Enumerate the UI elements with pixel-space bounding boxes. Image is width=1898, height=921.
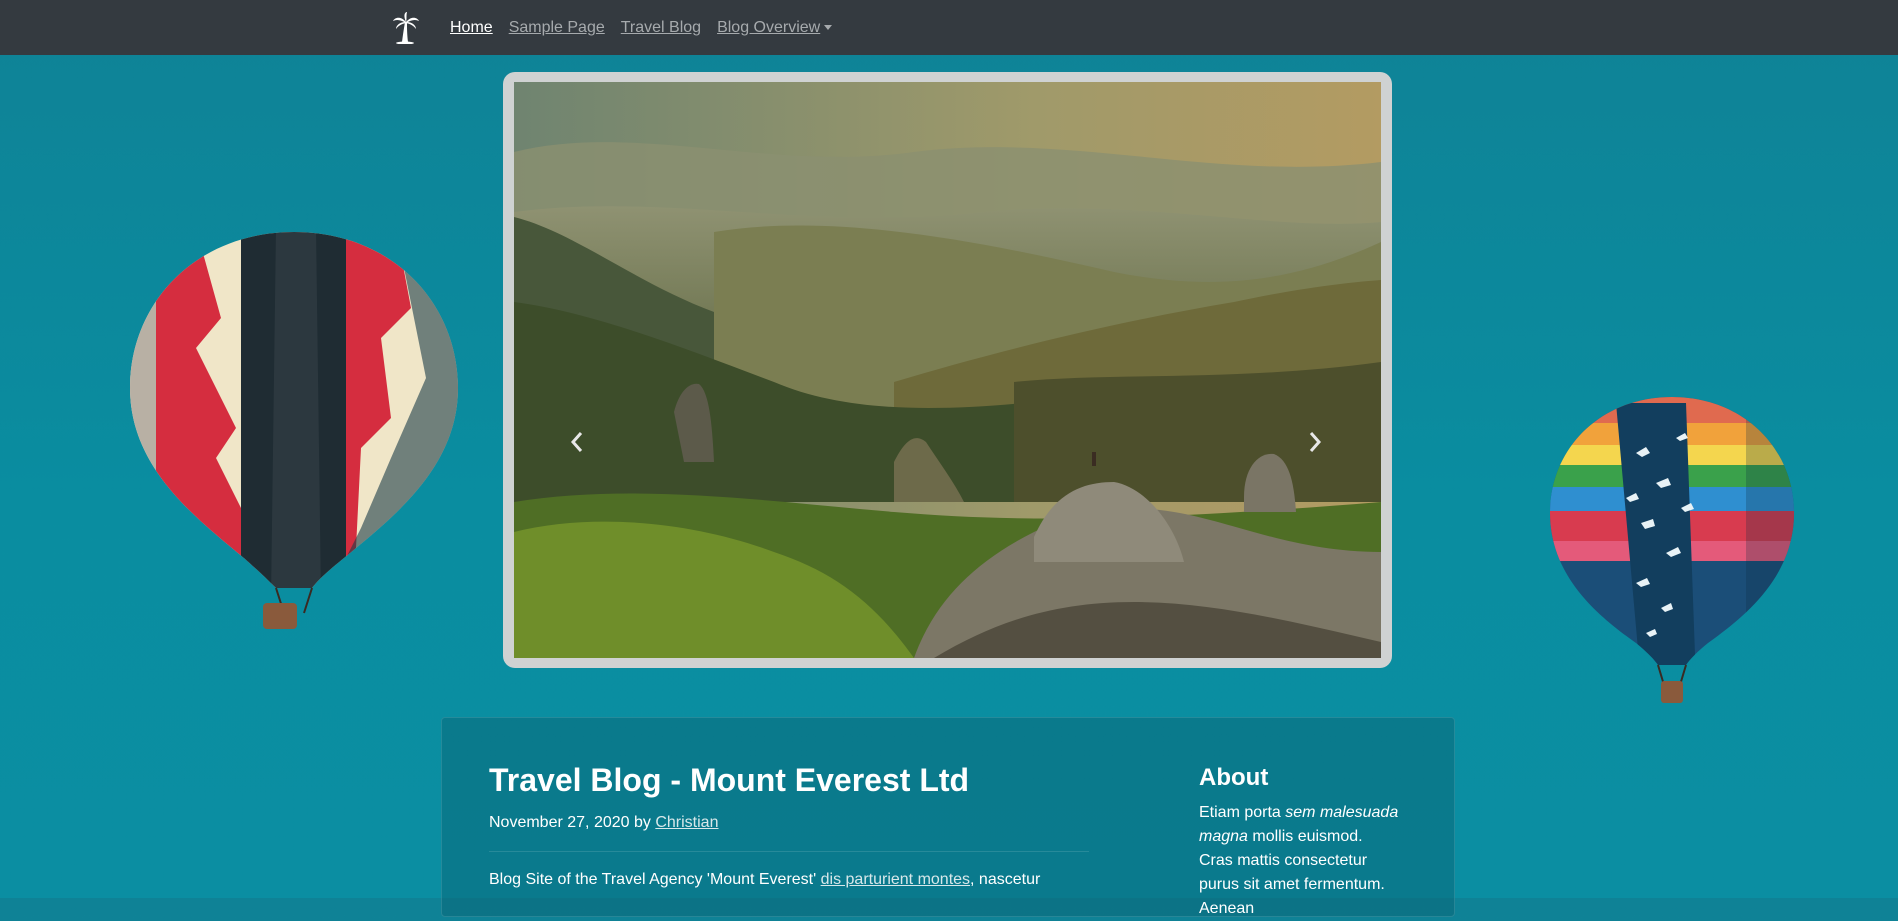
- nav-menu: Home Sample Page Travel Blog Blog Overvi…: [450, 0, 833, 55]
- nav-home-link[interactable]: Home: [450, 19, 493, 37]
- chevron-right-icon: [1309, 432, 1322, 452]
- post-title: Travel Blog - Mount Everest Ltd: [489, 762, 970, 798]
- about-heading: About: [1199, 764, 1269, 791]
- hot-air-balloon-right-image: [1550, 397, 1794, 703]
- nav-blog-overview-label[interactable]: Blog Overview: [717, 19, 820, 36]
- nav-blog-overview-dropdown[interactable]: Blog Overview: [717, 19, 833, 37]
- caret-down-icon: [824, 24, 833, 30]
- mountain-landscape-image: [514, 82, 1381, 658]
- chevron-left-icon: [570, 432, 583, 452]
- image-carousel: [503, 72, 1392, 668]
- post-author-link[interactable]: Christian: [655, 814, 718, 831]
- carousel-prev-button[interactable]: [565, 427, 589, 457]
- post-by-label: by: [633, 814, 651, 831]
- post-date: November 27, 2020: [489, 814, 630, 831]
- hot-air-balloon-left-image: [130, 232, 458, 629]
- palm-tree-icon[interactable]: [392, 12, 420, 45]
- top-navbar: Home Sample Page Travel Blog Blog Overvi…: [0, 0, 1898, 55]
- post-body-text-suffix: , nascetur: [970, 871, 1041, 888]
- about-text-part: Etiam porta: [1199, 804, 1286, 821]
- nav-sample-page-link[interactable]: Sample Page: [509, 19, 605, 37]
- nav-travel-blog-link[interactable]: Travel Blog: [621, 19, 701, 37]
- post-body-link[interactable]: dis parturient montes: [821, 871, 970, 888]
- post-divider: [489, 851, 1089, 852]
- post-meta: November 27, 2020 by Christian: [489, 814, 718, 832]
- post-body-text: Blog Site of the Travel Agency 'Mount Ev…: [489, 871, 817, 888]
- about-text: Etiam porta sem malesuada magna mollis e…: [1199, 801, 1399, 921]
- post-body: Blog Site of the Travel Agency 'Mount Ev…: [489, 871, 1089, 889]
- carousel-slide: [514, 82, 1381, 658]
- carousel-next-button[interactable]: [1303, 427, 1327, 457]
